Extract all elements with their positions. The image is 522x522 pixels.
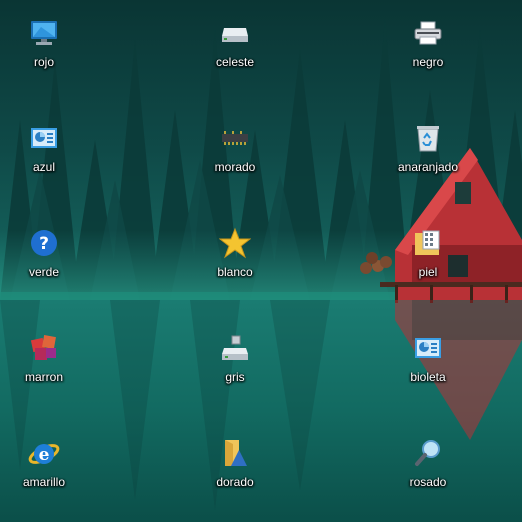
star-icon [218,226,252,260]
desktop-icon-rojo[interactable]: rojo [5,6,83,76]
desktop-icon-negro[interactable]: negro [389,6,467,76]
control-panel-icon [27,121,61,155]
svg-text:e: e [39,445,50,465]
desktop-icon-anaranjado[interactable]: anaranjado [389,111,467,181]
icon-label: negro [412,55,444,69]
icon-label: amarillo [22,475,65,489]
desktop-icon-blanco[interactable]: blanco [196,216,274,286]
desktop-icon-rosado[interactable]: rosado [389,426,467,496]
internet-explorer-icon: e [27,436,61,470]
icon-label: celeste [215,55,255,69]
icon-label: gris [225,370,245,384]
icon-label: bioleta [410,370,446,384]
magnifier-search-icon [411,436,445,470]
printer-icon [411,16,445,50]
icon-label: anaranjado [397,160,459,174]
icon-label: piel [418,265,438,279]
hard-drive-icon [218,16,252,50]
computer-monitor-icon [27,16,61,50]
desktop-icon-dorado[interactable]: dorado [196,426,274,496]
desktop-icon-azul[interactable]: azul [5,111,83,181]
control-panel-icon [411,331,445,365]
icon-label: rojo [33,55,54,69]
desktop-icon-marron[interactable]: marron [5,321,83,391]
svg-text:?: ? [39,234,49,254]
usb-drive-icon [218,331,252,365]
shared-folder-icon [218,436,252,470]
icon-label: azul [32,160,55,174]
recycle-bin-icon [411,121,445,155]
icon-label: rosado [409,475,447,489]
icon-label: verde [28,265,60,279]
help-question-icon: ? [27,226,61,260]
desktop-icon-piel[interactable]: piel [389,216,467,286]
desktop-icon-celeste[interactable]: celeste [196,6,274,76]
memory-chip-icon [218,121,252,155]
desktop-icon-bioleta[interactable]: bioleta [389,321,467,391]
desktop-icon-amarillo[interactable]: e amarillo [5,426,83,496]
apps-blocks-icon [27,331,61,365]
folder-grid-icon [411,226,445,260]
icon-label: blanco [217,265,253,279]
desktop-icon-verde[interactable]: ? verde [5,216,83,286]
desktop-icon-morado[interactable]: morado [196,111,274,181]
desktop-icon-gris[interactable]: gris [196,321,274,391]
icon-label: dorado [216,475,254,489]
icon-label: marron [24,370,63,384]
icon-label: morado [214,160,256,174]
